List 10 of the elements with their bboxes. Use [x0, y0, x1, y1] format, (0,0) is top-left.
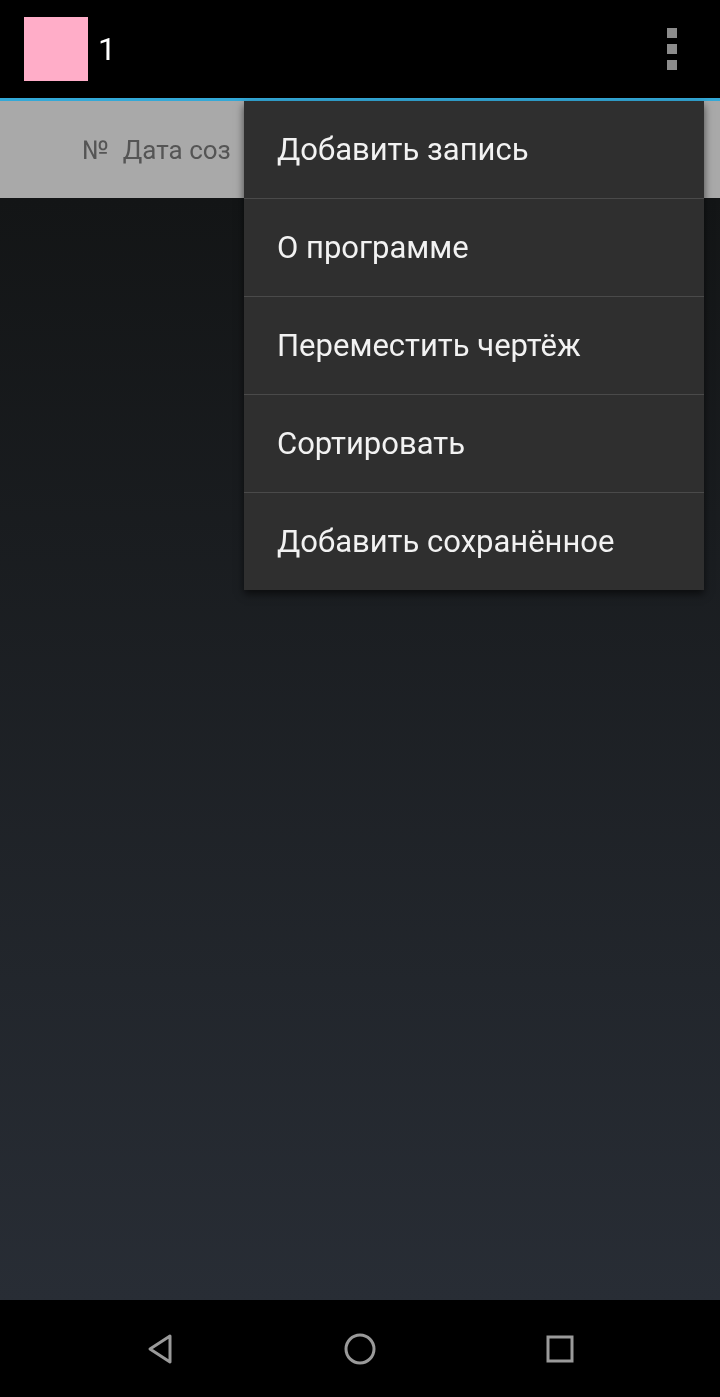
menu-item[interactable]: Переместить чертёж [244, 296, 704, 394]
app-icon [24, 17, 88, 81]
menu-item[interactable]: Добавить сохранённое [244, 492, 704, 590]
menu-item[interactable]: Добавить запись [244, 101, 704, 198]
app-title: 1 [98, 30, 117, 68]
column-header: № [82, 134, 109, 165]
menu-item[interactable]: Сортировать [244, 394, 704, 492]
column-header: Дата соз [122, 134, 231, 165]
menu-item[interactable]: О программе [244, 198, 704, 296]
overflow-menu-icon[interactable] [666, 28, 678, 70]
